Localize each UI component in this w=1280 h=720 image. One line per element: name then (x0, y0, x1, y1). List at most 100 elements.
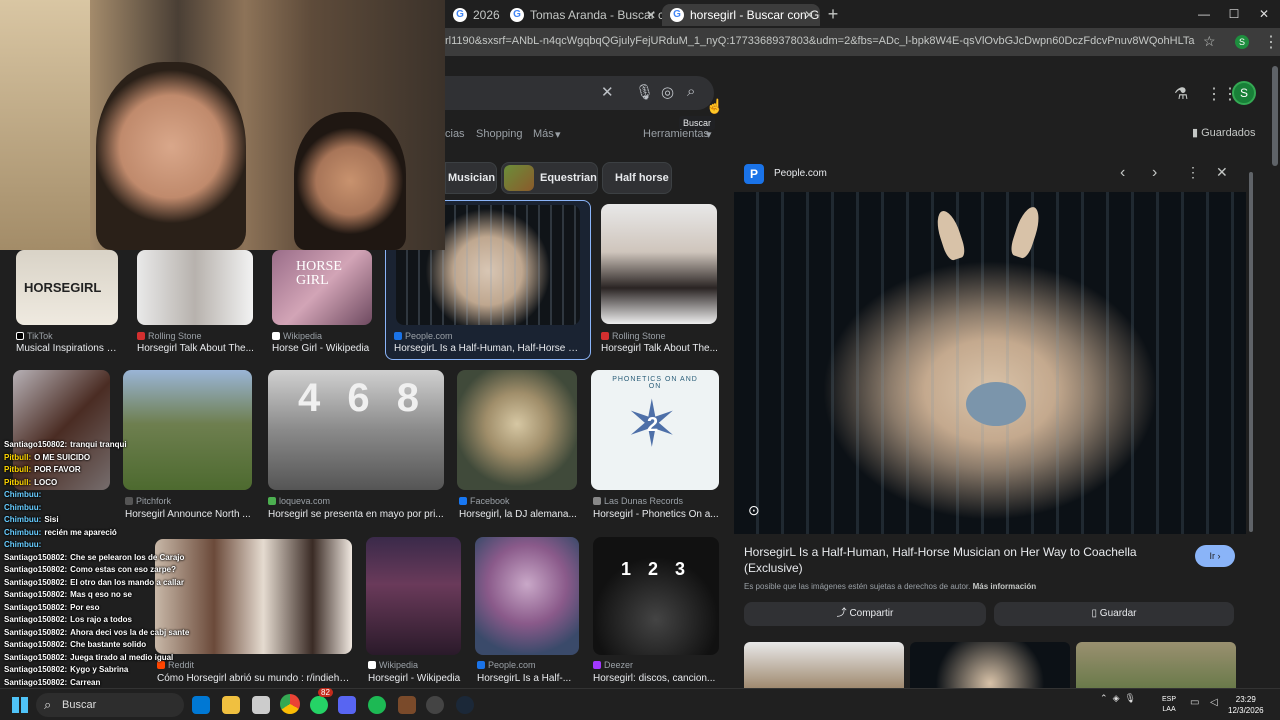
saved-link[interactable]: ▮ Guardados (1192, 126, 1256, 139)
display-icon[interactable]: ▭ (1190, 697, 1199, 708)
chevron-right-icon[interactable]: › (1152, 164, 1157, 182)
chip-equestrian[interactable]: Equestrian (501, 162, 598, 194)
tab-2026[interactable]: G 2026: el (445, 4, 500, 26)
result-title[interactable]: Horsegirl: discos, cancion... (593, 673, 719, 684)
result-image[interactable] (457, 370, 577, 490)
close-icon[interactable]: ✕ (1216, 164, 1228, 181)
filter-news[interactable]: cias (445, 128, 465, 140)
tab-label: horsegirl - Buscar con Google (690, 8, 820, 22)
taskbar-search[interactable]: ⌕ Buscar (36, 693, 184, 717)
clock[interactable]: 23:29 12/3/2026 (1228, 694, 1264, 716)
result-title[interactable]: Horsegirl, la DJ alemana... (459, 509, 577, 520)
result-image[interactable] (601, 204, 717, 324)
result-image[interactable]: HORSE GIRL (272, 250, 372, 325)
result-image[interactable] (475, 537, 579, 655)
labs-icon[interactable]: ⚗ (1174, 84, 1188, 104)
chat-message: Santiago150802: tranqui tranqui (4, 440, 127, 449)
obs-icon[interactable] (426, 696, 444, 714)
preview-image[interactable]: ⊙ (734, 192, 1246, 534)
file-explorer-icon[interactable] (222, 696, 240, 714)
language-indicator[interactable]: ESP LAA (1162, 695, 1176, 715)
whatsapp-icon[interactable]: 82 (310, 688, 333, 714)
profile-avatar[interactable]: S (1232, 81, 1256, 105)
url-text[interactable]: rl1190&sxsrf=ANbL-n4qcWgqbqQGjulyFejURdu… (445, 35, 1195, 47)
chat-message: Pitbull: O ME SUICIDO (4, 453, 90, 462)
result-title[interactable]: HorsegirL Is a Half-Human, Half-Horse M.… (394, 343, 584, 354)
clear-icon[interactable]: ✕ (601, 83, 614, 101)
page-scrollbar[interactable] (1270, 56, 1280, 688)
result-title[interactable]: Horsegirl - Wikipedia (368, 673, 462, 684)
windows-start-icon[interactable] (12, 697, 28, 713)
result-image[interactable] (366, 537, 461, 655)
mic-icon[interactable]: 🎙 (635, 83, 654, 101)
speaker-icon[interactable]: ◁ (1210, 697, 1218, 708)
chip-half-horse[interactable]: Half horse (602, 162, 672, 194)
panel-source[interactable]: People.com (774, 168, 827, 179)
result-image[interactable] (137, 250, 253, 325)
related-image[interactable] (744, 642, 904, 688)
window-close-button[interactable]: ✕ (1252, 4, 1276, 24)
tab-horsegirl[interactable]: Ghorsegirl - Buscar con Google✕ (662, 4, 820, 26)
result-image[interactable]: PHONETICS ON AND ON ✶ 2 (591, 370, 719, 490)
tab-label: 2026: el (473, 8, 500, 22)
spotify-icon[interactable] (368, 696, 386, 714)
maximize-button[interactable]: ☐ (1222, 4, 1246, 24)
chat-text: Juega tirado al medio igual (70, 652, 174, 662)
chat-text: Por eso (70, 602, 100, 612)
search-box[interactable]: ✕ 🎙 ◎ ⌕ (445, 76, 714, 110)
store-icon[interactable] (252, 696, 270, 714)
result-title[interactable]: Horsegirl Talk About The... (137, 343, 255, 354)
minimize-button[interactable]: — (1192, 4, 1216, 24)
close-icon[interactable]: ✕ (646, 4, 656, 26)
filter-tools[interactable]: Herramientas (643, 128, 709, 140)
result-title[interactable]: Horsegirl - Phonetics On a... (593, 509, 719, 520)
result-image[interactable]: 1 2 3 (593, 537, 719, 655)
result-source: Wikipedia (368, 660, 418, 670)
tab-tomas-aranda[interactable]: G Tomas Aranda - Buscar con Goo✕ (502, 4, 662, 26)
related-image[interactable] (1076, 642, 1236, 688)
filter-shopping[interactable]: Shopping (476, 128, 523, 140)
edge-icon[interactable] (192, 696, 210, 714)
chat-message: Santiago150802: Che bastante solido (4, 640, 146, 649)
search-icon[interactable]: ⌕ (687, 83, 695, 100)
star-icon[interactable]: ☆ (1203, 33, 1216, 50)
result-title[interactable]: Musical Inspirations o... (16, 343, 120, 354)
system-tray[interactable]: ⌃ ◈ 🎙 (1100, 693, 1136, 704)
chevron-left-icon[interactable]: ‹ (1120, 164, 1125, 182)
lens-search-icon[interactable]: ⊙ (748, 502, 760, 519)
steam-icon[interactable] (456, 696, 474, 714)
share-button[interactable]: ⤴ Compartir (744, 602, 986, 626)
address-bar[interactable]: rl1190&sxsrf=ANbL-n4qcWgqbqQGjulyFejURdu… (445, 28, 1280, 56)
menu-icon[interactable]: ⋮ (1263, 32, 1279, 52)
result-title[interactable]: Horsegirl se presenta en mayo por pri... (268, 509, 444, 520)
chat-text: recién me apareció (44, 527, 117, 537)
profile-avatar-small[interactable]: S (1235, 35, 1249, 49)
more-info-link[interactable]: Más información (973, 582, 1037, 591)
google-icon: G (453, 8, 467, 22)
panel-title[interactable]: HorsegirL Is a Half-Human, Half-Horse Mu… (744, 544, 1194, 576)
result-title[interactable]: Horse Girl - Wikipedia (272, 343, 376, 354)
new-tab-button[interactable]: + (822, 4, 844, 26)
result-image[interactable]: 4 6 8 (268, 370, 444, 490)
more-options-icon[interactable]: ⋮ (1186, 164, 1200, 181)
visit-button[interactable]: Ir › (1195, 545, 1235, 567)
bookmark-icon: ▯ (1091, 608, 1100, 619)
fence-pattern (734, 192, 1246, 534)
chip-musician[interactable]: Musician (445, 162, 497, 194)
panel-scrollbar[interactable] (1248, 160, 1254, 670)
game-icon[interactable] (398, 696, 416, 714)
discord-icon[interactable] (338, 696, 356, 714)
result-title[interactable]: HorsegirL Is a Half-... (477, 673, 579, 684)
result-title[interactable]: Horsegirl Talk About The... (601, 343, 719, 354)
related-image[interactable] (910, 642, 1070, 688)
chat-text: Kygo y Sabrina (70, 665, 129, 674)
close-icon[interactable]: ✕ (804, 4, 814, 26)
result-image[interactable]: HORSEGIRL (16, 250, 118, 325)
result-source: loqueva.com (268, 496, 330, 506)
lens-icon[interactable]: ◎ (661, 83, 674, 101)
chrome-icon[interactable] (280, 694, 300, 714)
saved-label: Guardados (1201, 127, 1256, 139)
filter-more[interactable]: Más (533, 128, 554, 140)
chat-username: Santiago150802: (4, 565, 68, 574)
save-button[interactable]: ▯ Guardar (994, 602, 1234, 626)
